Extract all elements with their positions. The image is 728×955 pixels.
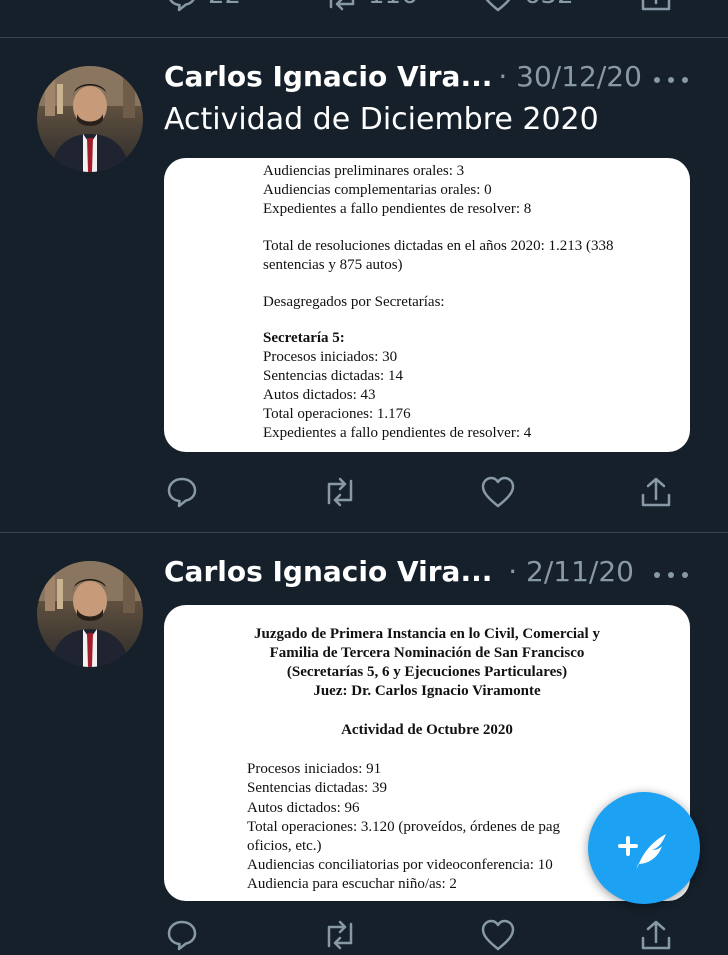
retweet-icon — [321, 918, 359, 952]
share-button[interactable] — [636, 472, 676, 512]
tweet-date[interactable]: · 2/11/20 — [508, 555, 634, 588]
more-options-button[interactable] — [654, 70, 688, 90]
tweet-date[interactable]: · 30/12/20 — [498, 60, 642, 93]
image-text-line: sentencias y 875 autos) — [263, 257, 403, 273]
image-text-line: Sentencias dictadas: 39 — [247, 780, 387, 796]
image-text-line: Audiencias preliminares orales: 3 — [263, 163, 465, 179]
image-text-line: Juez: Dr. Carlos Ignacio Viramonte — [313, 683, 541, 699]
image-text-line: (Secretarías 5, 6 y Ejecuciones Particul… — [286, 664, 568, 680]
reply-icon — [165, 0, 199, 13]
tweet[interactable]: Carlos Ignacio Vira... · 30/12/20 Activi… — [0, 38, 728, 532]
share-button[interactable] — [636, 0, 676, 16]
author-name[interactable]: Carlos Ignacio Vira... — [164, 555, 492, 588]
reply-icon — [165, 918, 199, 952]
more-dot-icon — [682, 77, 688, 83]
image-text-line: Sentencias dictadas: 14 — [263, 368, 403, 384]
tweet-header: Carlos Ignacio Vira... · 2/11/20 — [164, 555, 634, 599]
avatar[interactable] — [37, 66, 143, 172]
avatar-photo — [37, 66, 143, 172]
more-dot-icon — [668, 572, 674, 578]
like-button[interactable] — [478, 0, 518, 16]
image-text-line: Familia de Tercera Nominación de San Fra… — [269, 645, 585, 661]
tweet-image[interactable]: Audiencias preliminares orales: 3 Audien… — [164, 158, 690, 452]
tweet-actions — [0, 472, 728, 512]
image-text-line: Secretaría 5: — [263, 330, 345, 346]
retweet-count: 116 — [368, 0, 418, 10]
avatar-photo — [37, 561, 143, 667]
retweet-button[interactable] — [320, 915, 360, 955]
reply-button[interactable] — [162, 472, 202, 512]
more-dot-icon — [654, 77, 660, 83]
compose-tweet-button[interactable] — [588, 792, 700, 904]
image-text-line: Total operaciones: 1.176 — [263, 406, 411, 422]
image-text-line: oficios, etc.) — [247, 838, 322, 854]
heart-icon — [480, 0, 516, 13]
image-text-line: Total de resoluciones dictadas en el año… — [263, 238, 614, 254]
image-text-line: Procesos iniciados: 30 — [263, 349, 398, 365]
image-text-line: Audiencia para escuchar niño/as: 2 — [247, 876, 457, 892]
share-icon — [639, 918, 673, 952]
share-icon — [639, 0, 673, 13]
reply-button[interactable] — [162, 915, 202, 955]
image-text-line: Autos dictados: 96 — [247, 800, 360, 816]
compose-tweet-icon — [612, 816, 676, 880]
heart-icon — [480, 475, 516, 509]
reply-icon — [165, 475, 199, 509]
retweet-button[interactable] — [322, 0, 362, 16]
more-dot-icon — [654, 572, 660, 578]
more-options-button[interactable] — [654, 565, 688, 585]
retweet-button[interactable] — [320, 472, 360, 512]
image-text-line: Audiencias complementarias orales: 0 — [263, 182, 492, 198]
more-dot-icon — [682, 572, 688, 578]
image-text-line: Expedientes a fallo pendientes de resolv… — [263, 201, 532, 217]
image-text-line: Juzgado de Primera Instancia en lo Civil… — [254, 626, 600, 642]
tweet-header: Carlos Ignacio Vira... · 30/12/20 — [164, 60, 642, 104]
image-text-line: Expedientes a fallo pendientes de resolv… — [263, 425, 532, 441]
share-button[interactable] — [636, 915, 676, 955]
image-text-line: Audiencias conciliatorias por videoconfe… — [247, 857, 553, 873]
tweet-text: Actividad de Diciembre 2020 — [164, 102, 599, 137]
like-count: 632 — [524, 0, 574, 10]
prev-tweet-actions: 22 116 632 — [0, 0, 728, 16]
heart-icon — [480, 918, 516, 952]
reply-button[interactable] — [162, 0, 202, 16]
retweet-icon — [321, 475, 359, 509]
avatar[interactable] — [37, 561, 143, 667]
image-text-line: Procesos iniciados: 91 — [247, 761, 382, 777]
like-button[interactable] — [478, 915, 518, 955]
tweet-actions — [0, 915, 728, 955]
more-dot-icon — [668, 77, 674, 83]
image-text-line: Total operaciones: 3.120 (proveídos, órd… — [247, 819, 561, 835]
retweet-icon — [323, 0, 361, 13]
share-icon — [639, 475, 673, 509]
author-name[interactable]: Carlos Ignacio Vira... — [164, 60, 492, 93]
like-button[interactable] — [478, 472, 518, 512]
image-text-line: Autos dictados: 43 — [263, 387, 376, 403]
reply-count: 22 — [208, 0, 241, 10]
image-text-line: Actividad de Octubre 2020 — [341, 722, 513, 738]
image-text-line: Desagregados por Secretarías: — [263, 294, 445, 310]
